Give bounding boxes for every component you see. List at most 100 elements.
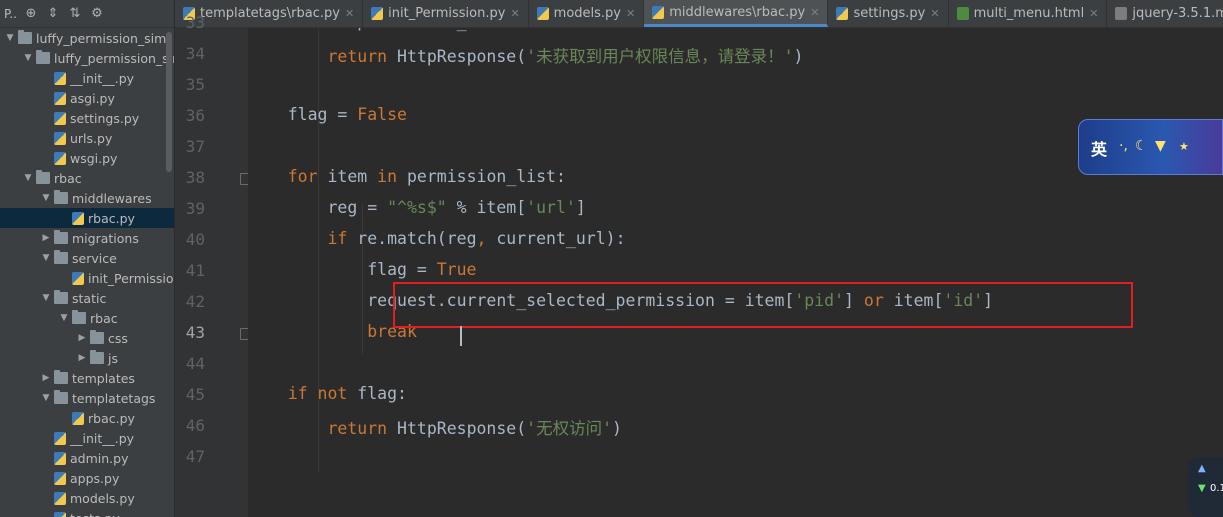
code-line[interactable]: if re.match(reg, current_url): xyxy=(248,229,625,251)
tree-item[interactable]: admin.py xyxy=(0,448,174,468)
code-token: flag: xyxy=(347,384,407,403)
code-line[interactable]: for item in permission_list: xyxy=(248,167,566,189)
tree-item[interactable]: __init__.py xyxy=(0,428,174,448)
code-token: 'url' xyxy=(526,198,576,217)
tree-item[interactable]: ▶ js xyxy=(0,348,174,368)
tree-item[interactable]: ▼ templatetags xyxy=(0,388,174,408)
tree-item[interactable]: wsgi.py xyxy=(0,148,174,168)
chevron-down-icon[interactable]: ▼ xyxy=(40,293,52,303)
code-token: flag = xyxy=(248,260,437,279)
tree-item[interactable]: ▼ rbac xyxy=(0,168,174,188)
code-line[interactable]: reg = "^%s$" % item['url'] xyxy=(248,198,585,220)
project-panel-header: P.. ⊕ ⇕ ⇅ ⚙ xyxy=(0,0,174,28)
code-token: if xyxy=(327,229,348,248)
tree-item[interactable]: ▼ luffy_permission_simi xyxy=(0,48,174,68)
chevron-right-icon[interactable]: ▶ xyxy=(40,233,52,243)
editor-tab[interactable]: settings.py ✕ xyxy=(828,0,949,27)
ime-widget[interactable]: 英 ·, ☾ ▼ ★ xyxy=(1078,119,1223,175)
code-line[interactable]: if not flag: xyxy=(248,384,407,406)
chevron-down-icon[interactable]: ▼ xyxy=(40,193,52,203)
code-line[interactable]: if not permission_list: xyxy=(248,28,517,34)
close-icon[interactable]: ✕ xyxy=(1089,7,1098,20)
code-token: '未获取到用户权限信息，请登录！' xyxy=(526,47,794,66)
tree-item[interactable]: rbac.py xyxy=(0,408,174,428)
code-editor[interactable]: if not permission_list: return HttpRespo… xyxy=(248,28,1223,517)
tree-item[interactable]: tests.py xyxy=(0,508,174,517)
folder-icon xyxy=(72,310,86,324)
chevron-right-icon[interactable]: ▶ xyxy=(76,353,88,363)
tree-item[interactable]: ▼ middlewares xyxy=(0,188,174,208)
chevron-right-icon[interactable]: ▶ xyxy=(76,333,88,343)
close-icon[interactable]: ✕ xyxy=(626,7,635,20)
close-icon[interactable]: ✕ xyxy=(510,7,519,20)
tree-item[interactable]: ▶ migrations xyxy=(0,228,174,248)
tree-item-label: service xyxy=(72,250,117,266)
chevron-down-icon[interactable]: ▼ xyxy=(58,313,70,323)
editor-tab[interactable]: models.py ✕ xyxy=(529,0,645,27)
line-number: 46 xyxy=(185,416,205,435)
tree-item[interactable]: models.py xyxy=(0,488,174,508)
project-view-dropdown[interactable]: P.. xyxy=(4,7,17,21)
code-token: flag = xyxy=(248,105,358,124)
tree-item[interactable]: __init__.py xyxy=(0,68,174,88)
code-token: reg = xyxy=(248,198,388,217)
editor-tab[interactable]: init_Permission.py ✕ xyxy=(363,0,529,27)
editor-tab[interactable]: middlewares\rbac.py ✕ xyxy=(644,0,829,27)
chevron-right-icon[interactable]: ▶ xyxy=(40,373,52,383)
line-number: 38 xyxy=(185,168,205,187)
code-token: permission_list: xyxy=(397,167,566,186)
code-line[interactable]: break xyxy=(248,322,417,344)
shirt-icon[interactable]: ▼ xyxy=(1155,138,1166,154)
folder-icon xyxy=(54,370,68,384)
star-icon: ★ xyxy=(1179,140,1189,153)
tree-item[interactable]: ▼ service xyxy=(0,248,174,268)
chevron-down-icon[interactable]: ▼ xyxy=(40,253,52,263)
code-line[interactable]: flag = False xyxy=(248,105,407,127)
expand-icon[interactable]: ⇅ xyxy=(67,6,83,22)
line-number: 35 xyxy=(185,75,205,94)
tree-item[interactable]: ▶ css xyxy=(0,328,174,348)
code-line[interactable]: return HttpResponse('无权访问') xyxy=(248,415,622,438)
folder-icon xyxy=(54,290,68,304)
editor-tab[interactable]: multi_menu.html ✕ xyxy=(949,0,1108,27)
tree-item[interactable]: ▼ static xyxy=(0,288,174,308)
line-number: 47 xyxy=(185,447,205,466)
code-line[interactable]: flag = True xyxy=(248,260,476,282)
tree-item[interactable]: apps.py xyxy=(0,468,174,488)
tab-label: settings.py xyxy=(853,6,926,21)
close-icon[interactable]: ✕ xyxy=(930,7,939,20)
tree-item-label: models.py xyxy=(70,490,135,506)
close-icon[interactable]: ✕ xyxy=(345,7,354,20)
tree-item-label: tests.py xyxy=(70,511,120,517)
tree-item[interactable]: rbac.py xyxy=(0,208,174,228)
gear-icon[interactable]: ⚙ xyxy=(89,6,105,22)
globe-icon[interactable]: ⊕ xyxy=(23,6,39,22)
html-file-icon xyxy=(956,7,969,20)
tree-item[interactable]: ▼ luffy_permission_simi xyxy=(0,28,174,48)
editor-tab[interactable]: jquery-3.5.1.min.js✕ xyxy=(1107,0,1223,27)
python-file-icon xyxy=(54,491,66,505)
collapse-icon[interactable]: ⇕ xyxy=(45,6,61,22)
chevron-down-icon[interactable]: ▼ xyxy=(22,173,34,183)
code-line[interactable]: return HttpResponse('未获取到用户权限信息，请登录！') xyxy=(248,43,803,66)
tree-item[interactable]: asgi.py xyxy=(0,88,174,108)
tree-scrollbar[interactable] xyxy=(166,32,172,172)
chevron-down-icon[interactable]: ▼ xyxy=(4,33,16,43)
close-icon[interactable]: ✕ xyxy=(810,6,819,19)
moon-icon[interactable]: ☾ xyxy=(1135,138,1148,154)
chevron-down-icon[interactable]: ▼ xyxy=(40,393,52,403)
ime-language-label[interactable]: 英 xyxy=(1091,136,1107,160)
tab-label: middlewares\rbac.py xyxy=(669,4,806,20)
tree-item[interactable]: settings.py xyxy=(0,108,174,128)
tree-item[interactable]: init_Permission.py xyxy=(0,268,174,288)
chevron-down-icon[interactable]: ▼ xyxy=(22,53,34,63)
tree-item[interactable]: ▶ templates xyxy=(0,368,174,388)
tree-item[interactable]: urls.py xyxy=(0,128,174,148)
highlight-box xyxy=(393,282,1133,328)
tree-item[interactable]: ▼ rbac xyxy=(0,308,174,328)
tree-item-label: static xyxy=(72,290,107,306)
line-number: 33 xyxy=(185,13,205,32)
